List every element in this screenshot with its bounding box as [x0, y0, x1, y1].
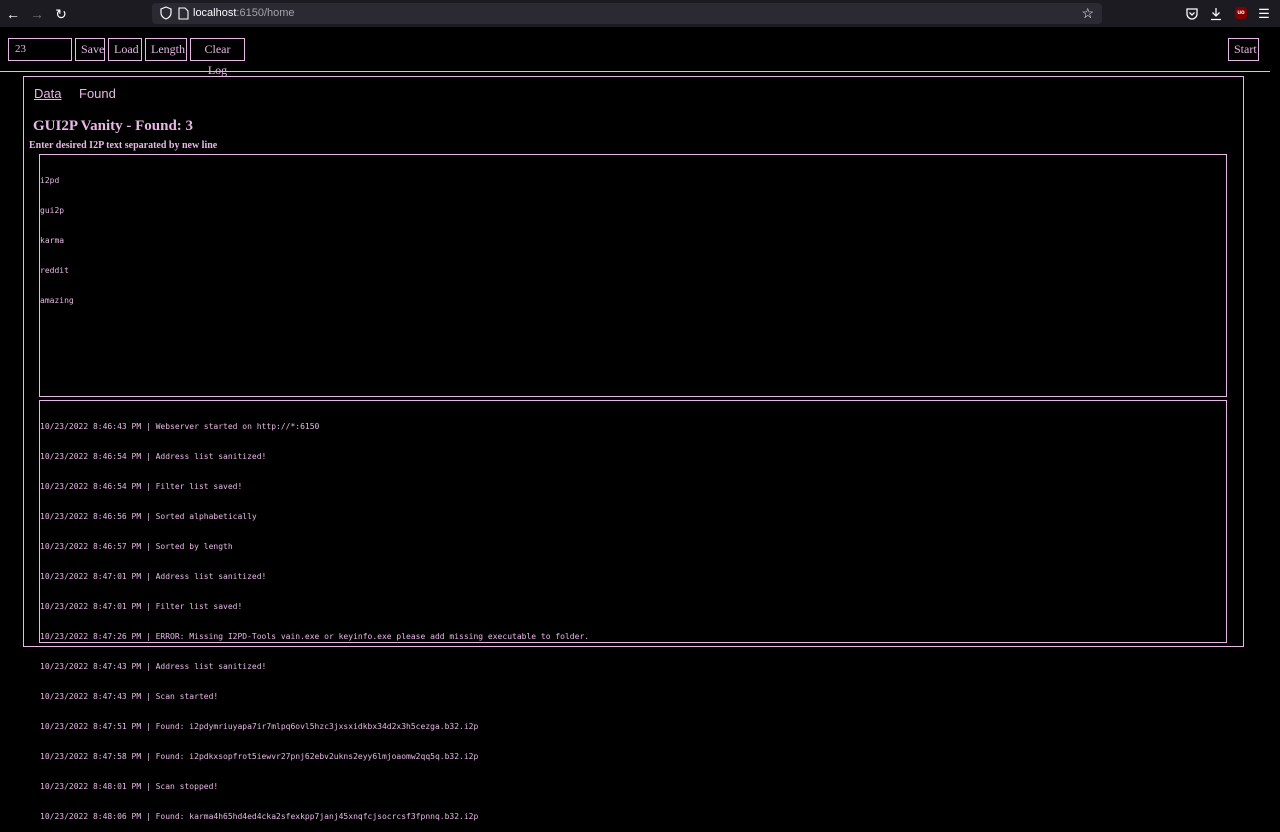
filter-line: i2pd	[40, 176, 60, 185]
header-divider	[0, 71, 1270, 72]
log-line: 10/23/2022 8:48:01 PM | Scan stopped!	[40, 782, 219, 791]
filter-line: gui2p	[40, 206, 65, 215]
filter-line: reddit	[40, 266, 69, 275]
log-line: 10/23/2022 8:47:43 PM | Scan started!	[40, 692, 219, 701]
log-line: 10/23/2022 8:46:57 PM | Sorted by length	[40, 542, 233, 551]
page-icon	[178, 7, 189, 20]
log-output[interactable]: 10/23/2022 8:46:43 PM | Webserver starte…	[39, 400, 1227, 821]
load-button[interactable]: Load	[108, 38, 142, 61]
reload-icon[interactable]: ↻	[51, 4, 71, 24]
filter-textarea[interactable]: i2pd gui2p karma reddit amazing	[39, 154, 1227, 397]
start-button[interactable]: Start	[1228, 38, 1259, 61]
length-button[interactable]: Length	[145, 38, 187, 61]
log-line: 10/23/2022 8:47:01 PM | Filter list save…	[40, 602, 243, 611]
clear-log-button[interactable]: Clear Log	[190, 38, 245, 77]
length-input[interactable]: 23	[8, 38, 72, 61]
filter-line: karma	[40, 236, 65, 245]
download-icon[interactable]	[1206, 4, 1226, 24]
log-line: 10/23/2022 8:47:01 PM | Address list san…	[40, 572, 267, 581]
log-line: 10/23/2022 8:46:54 PM | Filter list save…	[40, 482, 243, 491]
tab-data[interactable]: Data	[34, 86, 61, 101]
back-icon[interactable]: ←	[3, 4, 23, 24]
forward-icon[interactable]: →	[27, 4, 47, 24]
tab-found[interactable]: Found	[79, 86, 116, 101]
page-title: GUI2P Vanity - Found: 3	[33, 118, 194, 134]
pocket-icon[interactable]	[1182, 4, 1202, 24]
log-line: 10/23/2022 8:46:54 PM | Address list san…	[40, 452, 267, 461]
bookmark-star-icon[interactable]: ☆	[1081, 5, 1094, 22]
save-button[interactable]: Save	[75, 38, 105, 61]
log-line: 10/23/2022 8:46:56 PM | Sorted alphabeti…	[40, 512, 257, 521]
address-bar[interactable]: localhost:6150/home ☆	[152, 3, 1102, 24]
log-line: 10/23/2022 8:46:43 PM | Webserver starte…	[40, 422, 320, 431]
log-line: 10/23/2022 8:47:58 PM | Found: i2pdkxsop…	[40, 752, 479, 761]
input-label: Enter desired I2P text separated by new …	[29, 140, 218, 151]
filter-line: amazing	[40, 296, 74, 305]
menu-icon[interactable]: ☰	[1254, 4, 1274, 24]
log-line: 10/23/2022 8:47:26 PM | ERROR: Missing I…	[40, 632, 590, 641]
log-line: 10/23/2022 8:48:06 PM | Found: karma4h65…	[40, 812, 479, 821]
browser-toolbar: ← → ↻ localhost:6150/home ☆ uo ☰	[0, 0, 1280, 27]
shield-icon[interactable]	[160, 6, 172, 20]
ublock-origin-icon[interactable]: uo	[1235, 7, 1247, 19]
url-text[interactable]: localhost:6150/home	[193, 6, 295, 21]
log-line: 10/23/2022 8:47:51 PM | Found: i2pdymriu…	[40, 722, 479, 731]
